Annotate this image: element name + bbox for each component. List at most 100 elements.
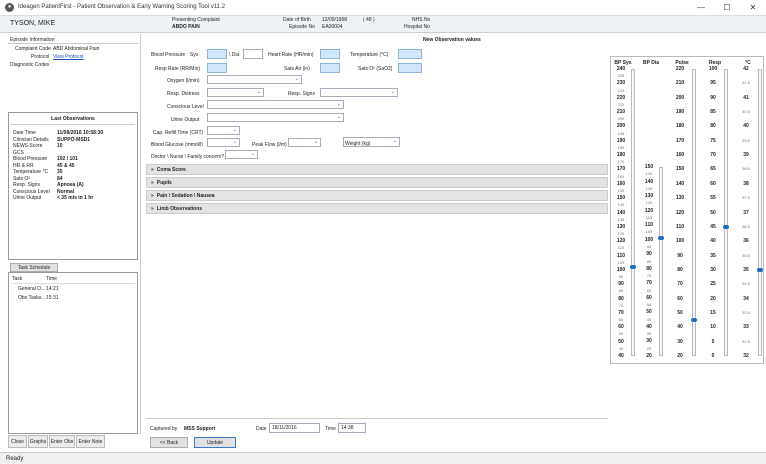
view-protocol-link[interactable]: View Protocol xyxy=(53,54,83,60)
heart-rate-input[interactable] xyxy=(320,49,340,59)
task-row-time[interactable]: 14:21 xyxy=(46,286,59,292)
chart-tick: 115 xyxy=(645,214,653,220)
chart-tick: 30 xyxy=(646,338,652,345)
chart-tick: 125 xyxy=(645,200,653,206)
chart-header-bp_dia: BP Dia xyxy=(642,60,660,66)
chart-tick: 170 xyxy=(675,137,685,144)
chart-tick: 65 xyxy=(710,166,716,173)
urine-output-select[interactable]: ⌄ xyxy=(207,113,344,122)
chart-tick: 85 xyxy=(646,258,652,264)
section-pupils[interactable]: » Pupils xyxy=(146,177,608,188)
section-label: Coma Score xyxy=(156,167,186,173)
chart-tick: 110 xyxy=(616,252,626,259)
chart-tick: 100 xyxy=(675,238,685,245)
minimize-button[interactable]: — xyxy=(690,2,712,14)
resp-distress-select[interactable]: ⌄ xyxy=(207,88,264,97)
chart-tick: 90 xyxy=(618,281,624,288)
blood-glucose-select[interactable]: ⌄ xyxy=(207,138,240,147)
oxygen-select[interactable]: ⌄ xyxy=(207,75,302,84)
date-input[interactable]: 18/11/2016 xyxy=(269,423,320,433)
chart-tick: 65 xyxy=(646,287,652,293)
section-pain-sedation-nausea[interactable]: » Pain \ Sedation \ Nausea xyxy=(146,190,608,201)
chart-tick: 40.5 xyxy=(742,109,750,115)
chart-tick: 205 xyxy=(617,116,625,122)
peak-flow-label: Peak Flow (l/m) xyxy=(252,142,287,148)
chart-slider-handle-resp[interactable] xyxy=(723,224,729,229)
weight-select[interactable]: ⌄ xyxy=(343,137,400,147)
back-button[interactable]: << Back xyxy=(150,437,188,448)
resp-distress-label: Resp. Distress xyxy=(167,91,200,97)
task-row-name[interactable]: General O... xyxy=(18,286,45,292)
bottom-tab-graphs[interactable]: Graphs xyxy=(28,435,48,448)
chart-tick: 160 xyxy=(616,180,626,187)
update-button[interactable]: Update xyxy=(194,437,236,448)
chart-tick: 75 xyxy=(618,302,624,308)
status-text: Ready xyxy=(6,456,24,462)
chart-track-bp_sys[interactable] xyxy=(631,69,635,356)
chart-tick: 55 xyxy=(646,302,652,308)
chart-tick: 80 xyxy=(646,265,652,272)
chart-tick: 145 xyxy=(617,202,625,208)
chart-tick: 180 xyxy=(675,123,685,130)
chart-tick: 145 xyxy=(645,171,653,177)
bp-sys-input[interactable] xyxy=(207,49,227,59)
bottom-tab-enter-obs[interactable]: Enter Obs xyxy=(49,435,75,448)
close-window-button[interactable]: ✕ xyxy=(742,2,764,14)
chevron-down-icon: ⌄ xyxy=(294,76,299,82)
chart-tick: 130 xyxy=(675,195,685,202)
last-obs-label: GCS xyxy=(13,149,24,156)
status-bar: Ready xyxy=(0,452,766,464)
presenting-complaint-label: Presenting Complaint xyxy=(172,17,220,23)
chart-slider-handle-bp_dia[interactable] xyxy=(658,236,664,241)
chevron-down-icon: ⌄ xyxy=(256,89,261,95)
chart-slider-handle-pulse[interactable] xyxy=(691,318,697,323)
doctor-concern-select[interactable]: ⌄ xyxy=(225,150,258,159)
temperature-input[interactable] xyxy=(398,49,422,59)
chart-tick: 110 xyxy=(675,223,685,230)
sats-air-label: Sats Air (in) xyxy=(284,66,310,72)
last-obs-value: 35 xyxy=(57,169,63,175)
chart-tick: 95 xyxy=(646,243,652,249)
chart-slider-handle-temp[interactable] xyxy=(757,267,763,272)
resp-signs-select[interactable]: ⌄ xyxy=(320,88,398,97)
peak-flow-select[interactable]: ⌄ xyxy=(288,138,321,147)
chart-track-resp[interactable] xyxy=(724,69,728,356)
bottom-tab-close[interactable]: Close xyxy=(8,435,27,448)
blood-glucose-label: Blood Glucose (mmol/l) xyxy=(151,142,203,148)
chart-tick: 42 xyxy=(743,66,749,72)
chart-tick: 140 xyxy=(616,209,626,216)
bp-label: Blood Pressure xyxy=(151,52,186,58)
time-input[interactable]: 14:38 xyxy=(338,423,366,433)
chart-track-bp_dia[interactable] xyxy=(659,167,663,356)
double-chevron-right-icon: » xyxy=(151,206,154,212)
chart-track-temp[interactable] xyxy=(758,69,762,356)
chart-slider-handle-bp_sys[interactable] xyxy=(630,265,636,270)
section-limb-observations[interactable]: » Limb Observations xyxy=(146,203,608,214)
sys-label: Sys xyxy=(190,52,199,58)
bottom-tab-enter-note[interactable]: Enter Note xyxy=(76,435,105,448)
maximize-button[interactable]: ☐ xyxy=(716,2,738,14)
chart-track-pulse[interactable] xyxy=(692,69,696,356)
hospital-label: Hospital No xyxy=(404,24,430,30)
chart-tick: 60 xyxy=(710,180,716,187)
sats-air-input[interactable] xyxy=(320,63,340,73)
chart-tick: 90 xyxy=(710,94,716,101)
last-obs-value: 102 / 101 xyxy=(57,156,78,162)
last-observations-title: Last Observations xyxy=(51,116,95,122)
task-schedule-tab[interactable]: Task Schedule xyxy=(10,263,58,272)
chart-tick: 50 xyxy=(710,209,716,216)
last-obs-value: Normal xyxy=(57,188,75,195)
task-row-name[interactable]: Obs Tasks... xyxy=(18,295,45,301)
bp-dia-input[interactable] xyxy=(243,49,263,59)
resp-rate-input[interactable] xyxy=(207,63,227,73)
oxygen-label: Oxygen (l/min) xyxy=(167,78,200,84)
section-coma-score[interactable]: » Coma Score xyxy=(146,164,608,175)
time-column-header: Time xyxy=(46,276,57,282)
complaint-code-value: ABD Abdominal Pain xyxy=(53,46,100,52)
chart-tick: 38 xyxy=(743,180,749,187)
conscious-level-select[interactable]: ⌄ xyxy=(207,100,344,109)
section-label: Pupils xyxy=(156,180,172,186)
cap-refill-select[interactable]: ⌄ xyxy=(207,126,240,135)
sats-o2-input[interactable] xyxy=(398,63,422,73)
task-row-time[interactable]: 15:31 xyxy=(46,295,59,301)
